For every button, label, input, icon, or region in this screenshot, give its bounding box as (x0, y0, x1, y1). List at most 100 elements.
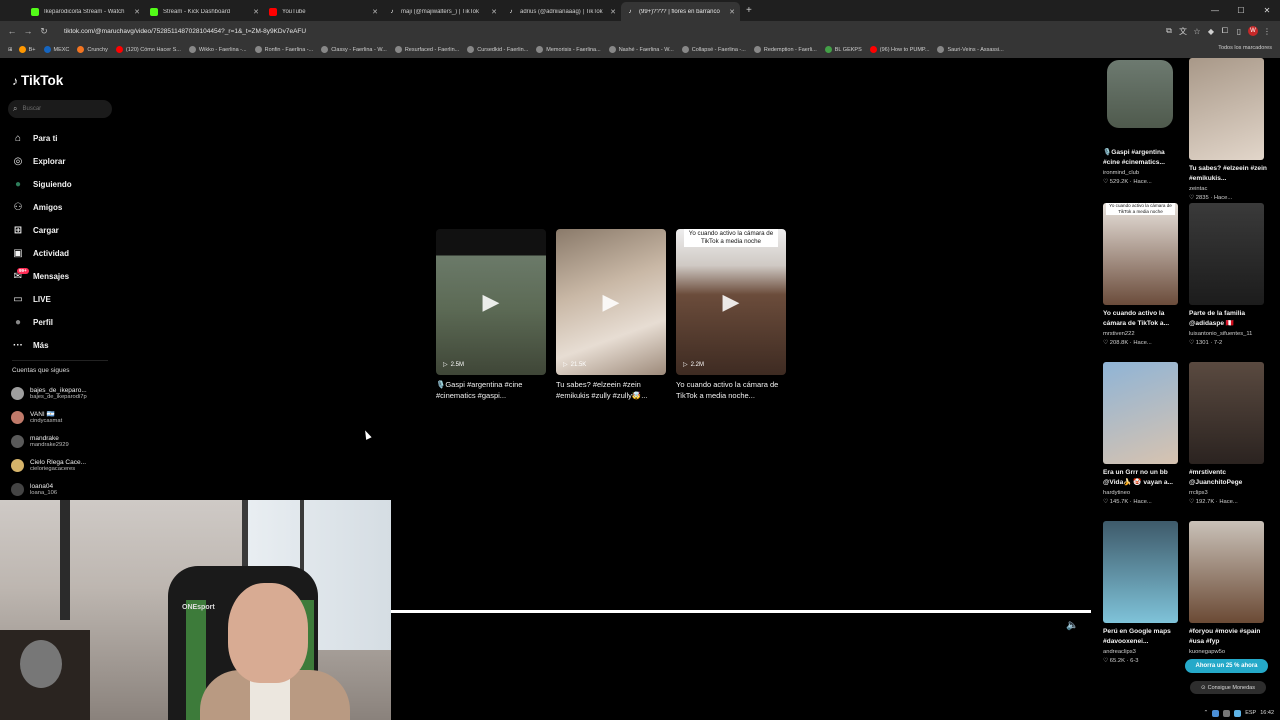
tab-close-icon[interactable]: ✕ (253, 8, 259, 16)
bookmark-item[interactable]: Nashé - Faerlina - W... (608, 46, 674, 53)
tray-clock[interactable]: 16:42 (1260, 710, 1274, 716)
recommended-thumbnail[interactable] (1189, 521, 1264, 623)
install-icon[interactable]: ⧉ (1164, 26, 1174, 36)
new-tab-button[interactable]: + (746, 5, 752, 16)
browser-tab[interactable]: Ikeparodicoita Stream - Watch ✕ (26, 2, 145, 21)
forward-icon[interactable]: → (20, 26, 36, 37)
nav-item-amigos[interactable]: ⚇ Amigos (12, 196, 72, 219)
video-description[interactable]: 🎙️Gaspi #argentina #cine #cinematics #ga… (436, 379, 546, 401)
tiktok-logo[interactable]: ♪ TikTok (12, 73, 63, 88)
tray-lang[interactable]: ESP (1245, 710, 1256, 716)
recommended-video[interactable]: Perú en Google maps #davooxenei... andrea… (1103, 521, 1183, 664)
tray-app-icon[interactable] (1212, 709, 1220, 717)
search-input[interactable]: ⌕ Buscar (8, 100, 112, 118)
bookmark-item[interactable]: MEXC (43, 46, 69, 53)
video-thumbnail[interactable]: ▶ ▷ 21.5K (556, 229, 666, 375)
recommended-video[interactable]: Era un Grrr no un bb @Vida🍌 🤡 vayan a...… (1103, 362, 1183, 505)
recommended-video[interactable]: #foryou #movie #spain #usa #fyp kuonegapw… (1189, 521, 1269, 655)
star-icon[interactable]: ☆ (1192, 26, 1202, 36)
nav-item-perfil[interactable]: ● Perfil (12, 311, 72, 334)
translate-icon[interactable]: 文 (1178, 26, 1188, 36)
video-thumbnail[interactable]: Yo cuando activo la cámara de TikTok a m… (676, 229, 786, 375)
puzzle-icon[interactable]: ⧠ (1220, 26, 1230, 36)
close-window-icon[interactable]: ✕ (1254, 0, 1280, 20)
browser-tab[interactable]: Stream - Kick Dashboard ✕ (145, 2, 264, 21)
recommended-video[interactable]: Parte de la familia @adidaspe 🇵🇪 luisanto… (1189, 203, 1269, 346)
video-description[interactable]: Tu sabes? #elzeein #zein #emikukis #zull… (556, 379, 666, 401)
video-card[interactable]: ▶ ▷ 2.5M 🎙️Gaspi #argentina #cine #cinemati… (436, 229, 546, 401)
tray-app-icon[interactable] (1223, 709, 1231, 717)
apps-icon[interactable]: ⊞ (8, 47, 13, 53)
video-card[interactable]: ▶ ▷ 21.5K Tu sabes? #elzeein #zein #emikuki… (556, 229, 666, 401)
following-account[interactable]: mandrake mandrake2929 (11, 429, 87, 453)
following-account[interactable]: Cielo Rlega Cace... cieloriegacaceres (11, 453, 87, 477)
profile-avatar-icon[interactable]: W (1248, 26, 1258, 36)
coins-button[interactable]: ⊙ Consigue Monedas (1190, 681, 1266, 694)
video-thumbnail[interactable]: ▶ ▷ 2.5M (436, 229, 546, 375)
nav-item-para-ti[interactable]: ⌂ Para ti (12, 127, 72, 150)
view-count: ▷ 2.5M (443, 361, 464, 369)
recommended-thumbnail[interactable] (1189, 362, 1264, 464)
browser-tab[interactable]: ♪ maji (@majiwalters_) | TikTok ✕ (383, 2, 502, 21)
video-progress-bar[interactable] (391, 610, 1091, 613)
tray-app-icon[interactable] (1234, 709, 1242, 717)
volume-icon[interactable]: 🔈 (1066, 620, 1078, 631)
tab-close-icon[interactable]: ✕ (610, 8, 616, 16)
browser-tab[interactable]: YouTube ✕ (264, 2, 383, 21)
bookmark-item[interactable]: Classy - Faerlina - W... (321, 46, 387, 53)
following-account[interactable]: bajes_de_ikeparo... bajes_de_ikeparodi7p (11, 381, 87, 405)
reload-icon[interactable]: ↻ (36, 26, 52, 37)
video-card[interactable]: Yo cuando activo la cámara de TikTok a m… (676, 229, 786, 401)
video-description[interactable]: Yo cuando activo la cámara de TikTok a m… (676, 379, 786, 401)
minimize-icon[interactable]: — (1202, 0, 1228, 20)
recommended-video[interactable]: Tu sabes? #elzeein #zein #emikukis... zei… (1189, 58, 1269, 201)
nav-item-live[interactable]: ▭ LIVE (12, 288, 72, 311)
bookmark-item[interactable]: Sauri-Veins - Assassi... (937, 46, 1004, 53)
bookmark-item[interactable]: B+ (18, 46, 36, 53)
recommended-video[interactable]: 🎙️Gaspi #argentina #cine #cinematics... i… (1103, 58, 1183, 185)
nav-item-mensajes[interactable]: ✉ 99+ Mensajes (12, 265, 72, 288)
nav-item-actividad[interactable]: ▣ Actividad (12, 242, 72, 265)
recommended-video[interactable]: Yo cuando activo la cámara de TikTok a m… (1103, 203, 1183, 346)
recommended-thumbnail[interactable]: Yo cuando activo la cámara de TikTok a m… (1103, 203, 1178, 305)
maximize-icon[interactable]: ☐ (1228, 0, 1254, 20)
recommended-thumbnail[interactable] (1189, 58, 1264, 160)
nav-item-m-s[interactable]: ··· Más (12, 334, 72, 357)
recommended-thumbnail[interactable] (1107, 60, 1173, 128)
all-bookmarks[interactable]: Todos los marcadores (1218, 45, 1272, 51)
menu-icon[interactable]: ⋮ (1262, 26, 1272, 36)
sidepanel-icon[interactable]: ▯ (1234, 26, 1244, 36)
promo-button[interactable]: Ahorra un 25 % ahora (1185, 659, 1268, 673)
nav-item-siguiendo[interactable]: ● Siguiendo (12, 173, 72, 196)
bookmark-item[interactable]: Wikko - Faerlina -... (188, 46, 247, 53)
recommended-thumbnail[interactable] (1189, 203, 1264, 305)
nav-label: Mensajes (33, 272, 70, 281)
tray-chevron-icon[interactable]: ⌃ (1204, 710, 1209, 716)
bookmark-item[interactable]: Ronfin - Faerlina -... (254, 46, 313, 53)
bookmark-item[interactable]: Memorisis - Faerlina... (536, 46, 601, 53)
bookmark-item[interactable]: Redemption - Faerli... (753, 46, 817, 53)
extension-icon[interactable]: ◆ (1206, 26, 1216, 36)
browser-tab[interactable]: ♪ adrius (@adriiianaaag) | TikTok ✕ (502, 2, 621, 21)
following-account[interactable]: loana04 loana_106 (11, 477, 87, 501)
bookmark-item[interactable]: Crunchy (77, 46, 108, 53)
bookmark-item[interactable]: (120) Cómo Hacer S... (115, 46, 181, 53)
nav-item-cargar[interactable]: ⊞ Cargar (12, 219, 72, 242)
bookmark-item[interactable]: Resurfaced - Faerlin... (394, 46, 459, 53)
bookmark-item[interactable]: (96) How to PUMP... (869, 46, 929, 53)
back-icon[interactable]: ← (4, 26, 20, 37)
tab-close-icon[interactable]: ✕ (729, 8, 735, 16)
nav-item-explorar[interactable]: ◎ Explorar (12, 150, 72, 173)
recommended-video[interactable]: #mrstiventc @JuanchitoPege rrclips3 ♡ 192.… (1189, 362, 1269, 505)
recommended-thumbnail[interactable] (1103, 362, 1178, 464)
bookmark-item[interactable]: BL GEKPS (824, 46, 862, 53)
browser-tab[interactable]: ♪ (99+)???? | flores en barranco ✕ (621, 2, 740, 21)
tab-close-icon[interactable]: ✕ (491, 8, 497, 16)
following-account[interactable]: VANI 🇦🇷 cindycasmat (11, 405, 87, 429)
tab-close-icon[interactable]: ✕ (134, 8, 140, 16)
bookmark-item[interactable]: Cursedkid - Faerlin... (467, 46, 528, 53)
tab-close-icon[interactable]: ✕ (372, 8, 378, 16)
url-field[interactable]: tiktok.com/@maruchavg/video/752851148702… (60, 24, 1164, 39)
bookmark-item[interactable]: Collapsé - Faerlina -... (681, 46, 746, 53)
recommended-thumbnail[interactable] (1103, 521, 1178, 623)
